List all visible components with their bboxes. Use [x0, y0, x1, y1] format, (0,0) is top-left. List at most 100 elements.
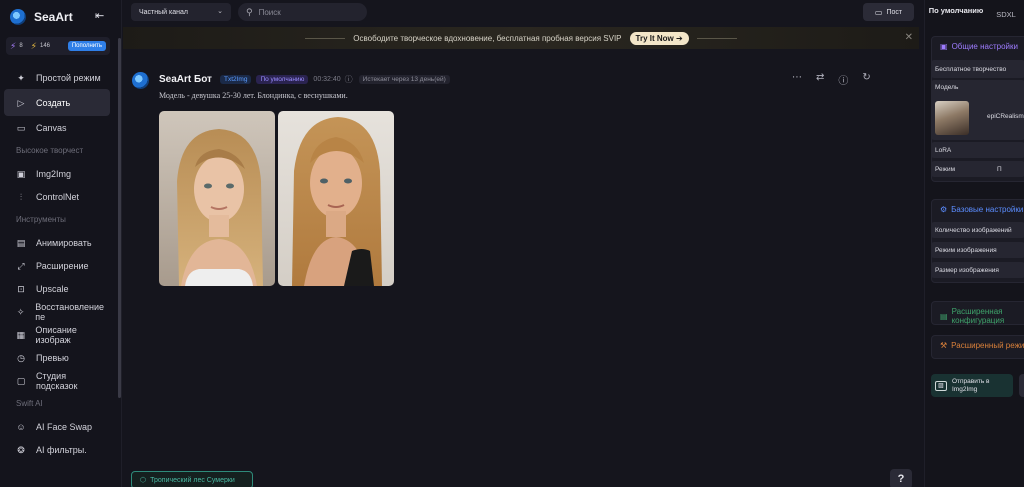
chevron-down-icon: ⌄: [217, 8, 223, 15]
message-tools: ⋯ ⇄ ⓘ ↻: [792, 72, 871, 87]
sidebar-item-ai-filters[interactable]: ❂ AI фильтры.: [4, 438, 110, 461]
collapse-sidebar-icon[interactable]: ⇤: [95, 10, 107, 22]
advanced-mode-icon: ⚒: [940, 341, 948, 350]
sidebar-item-preview[interactable]: ◷ Превью: [4, 346, 110, 369]
style-chip[interactable]: ⬡ Тропический лес Сумерки: [131, 471, 253, 487]
sidebar-item-simple-mode[interactable]: ✦ Простой режим: [4, 66, 110, 89]
general-settings-title[interactable]: ▣ Общие настройки: [932, 37, 1024, 51]
generated-image-1[interactable]: [159, 111, 275, 286]
gear-icon: ⚙: [940, 205, 948, 214]
image-mode-row[interactable]: Режим изображения: [931, 242, 1024, 258]
film-icon: ▤: [16, 237, 26, 248]
generated-image-2[interactable]: [278, 111, 394, 286]
mode-badge: Txt2Img: [219, 75, 252, 84]
lora-row[interactable]: LoRA: [931, 142, 1024, 158]
basic-settings-label: Базовые настройки: [951, 205, 1024, 214]
sidebar-item-label: ControlNet: [36, 191, 80, 202]
promo-divider-right: [696, 37, 737, 39]
canvas-icon: ▭: [16, 122, 26, 133]
sidebar-item-animate[interactable]: ▤ Анимировать: [4, 231, 110, 254]
sidebar-scrollbar[interactable]: [118, 38, 121, 398]
channel-select[interactable]: Частный канал ⌄: [131, 3, 231, 21]
sidebar-item-describe[interactable]: ▦ Описание изображ: [4, 323, 110, 346]
message-header: SeaArt Бот Txt2Img По умолчанию 00:32:40…: [159, 74, 450, 85]
mode-row[interactable]: Режим П: [931, 161, 1024, 177]
brand[interactable]: SeaArt: [10, 8, 73, 26]
send-to-img2img-label: Отправить в Img2Img: [952, 378, 990, 394]
search-placeholder: Поиск: [258, 7, 281, 17]
expire-badge: Истекает через 13 день(ей): [358, 75, 450, 84]
seaart-logo-icon: [10, 9, 26, 25]
translate-icon[interactable]: ⇄: [816, 72, 824, 87]
send-to-img2img-button[interactable]: ▨ Отправить в Img2Img: [931, 374, 1013, 397]
extra-action-button[interactable]: [1019, 374, 1024, 397]
coins-count: 146: [40, 43, 51, 49]
image-mode-label: Режим изображения: [935, 246, 997, 254]
promo-text: Освободите творческое вдохновение, беспл…: [353, 33, 622, 43]
advanced-config-label: Расширенная конфигурация: [951, 307, 1005, 325]
sidebar-item-restore[interactable]: ✧ Восстановление пе: [4, 300, 110, 323]
bot-avatar: [132, 72, 149, 89]
refresh-icon[interactable]: ↻: [862, 72, 870, 87]
topup-button[interactable]: Пополнить: [67, 41, 106, 51]
info-circle-icon[interactable]: ⓘ: [838, 72, 848, 87]
coins-icon: ⚡: [30, 40, 37, 51]
lora-label: LoRA: [935, 146, 952, 154]
studio-icon: ▢: [16, 375, 26, 386]
advanced-mode-title: ⚒ Расширенный режим: [932, 336, 1024, 350]
faceswap-icon: ☺: [16, 421, 26, 432]
sidebar-item-upscale[interactable]: ⊡ Upscale: [4, 277, 110, 300]
promo-divider-left: [305, 37, 346, 39]
basic-settings-title[interactable]: ⚙ Базовые настройки: [932, 200, 1024, 214]
sidebar-item-prompt-studio[interactable]: ▢ Студия подсказок: [4, 369, 110, 392]
search-icon: ⚲: [246, 6, 253, 17]
tab-default[interactable]: По умолчанию: [925, 4, 987, 28]
sidebar-item-label: Создать: [36, 97, 71, 108]
sidebar-item-canvas[interactable]: ▭ Canvas: [4, 116, 110, 139]
image-count-row[interactable]: Количество изображений: [931, 222, 1024, 238]
preview-icon: ◷: [17, 352, 25, 363]
sidebar-section-swift-ai: Swift AI: [16, 399, 43, 408]
brand-name: SeaArt: [34, 10, 73, 24]
close-icon[interactable]: ✕: [905, 32, 913, 43]
sidebar-item-expand[interactable]: ⤢ Расширение: [4, 254, 110, 277]
stamina-icon: ⚡: [10, 40, 17, 51]
settings-tabs: По умолчанию SDXL: [925, 4, 1024, 28]
more-icon[interactable]: ⋯: [792, 72, 802, 87]
advanced-mode-card[interactable]: ⚒ Расширенный режим: [931, 335, 1024, 359]
search-input[interactable]: ⚲ Поиск: [238, 3, 367, 21]
bot-name: SeaArt Бот: [159, 74, 212, 85]
post-button[interactable]: ▭ Пост: [863, 3, 914, 21]
sidebar-item-face-swap[interactable]: ☺ AI Face Swap: [4, 415, 110, 438]
upscale-icon: ⊡: [17, 283, 25, 294]
sidebar-item-label: Upscale: [36, 283, 69, 294]
info-icon[interactable]: ⓘ: [345, 74, 353, 85]
try-it-now-button[interactable]: Try It Now ➔: [629, 31, 689, 45]
sidebar-item-label: Img2Img: [36, 168, 72, 179]
expand-icon: ⤢: [17, 260, 25, 271]
image-size-row[interactable]: Размер изображения: [931, 262, 1024, 278]
describe-icon: ▦: [16, 329, 25, 340]
message-time: 00:32:40: [313, 76, 341, 83]
sidebar-item-label: Превью: [36, 352, 69, 363]
tab-sdxl[interactable]: SDXL: [987, 4, 1024, 28]
sidebar-item-label: AI Face Swap: [36, 421, 93, 432]
advanced-config-card[interactable]: ▤ Расширенная конфигурация: [931, 301, 1024, 325]
advanced-config-icon: ▤: [940, 311, 948, 321]
sidebar-item-create[interactable]: ▷ Создать: [4, 89, 110, 116]
free-creation-row[interactable]: Бесплатное творчество: [931, 60, 1024, 78]
post-icon: ▭: [874, 7, 883, 17]
filters-icon: ❂: [17, 444, 25, 455]
stamina-count: 8: [19, 43, 23, 49]
image-icon: ▣: [16, 168, 26, 179]
sidebar: SeaArt ⇤ ⚡ 8 ⚡ 146 Пополнить ✦ Простой р…: [0, 0, 122, 487]
prompt-text: Модель - девушка 25-30 лет. Блондинка, с…: [159, 91, 348, 100]
play-icon: ▷: [17, 97, 25, 108]
advanced-mode-label: Расширенный режим: [951, 341, 1024, 350]
top-bar: Частный канал ⌄ ⚲ Поиск ▭ Пост: [123, 0, 923, 26]
help-button[interactable]: ?: [890, 469, 912, 487]
sidebar-item-controlnet[interactable]: ⫶ ControlNet: [4, 185, 110, 208]
model-thumbnail: [935, 101, 969, 135]
model-label: Модель: [935, 84, 959, 91]
sidebar-item-img2img[interactable]: ▣ Img2Img: [4, 162, 110, 185]
